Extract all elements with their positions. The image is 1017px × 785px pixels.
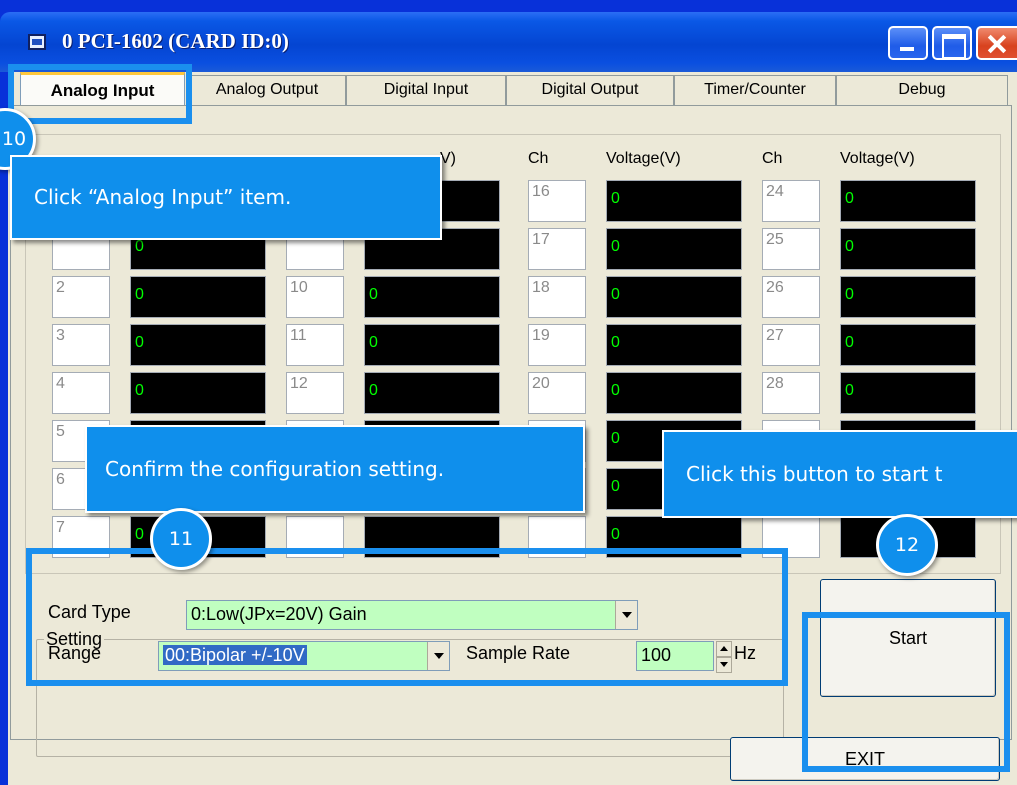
ch-header-4: Ch — [762, 150, 783, 167]
voltage-header-4: Voltage(V) — [840, 150, 915, 167]
channel-number-field: 3 — [52, 324, 110, 366]
window-title: 0 PCI-1602 (CARD ID:0) — [62, 29, 289, 53]
voltage-readout: 0 — [364, 276, 500, 318]
highlight-analog-input-tab — [8, 64, 192, 124]
voltage-header-partial: V) — [440, 150, 456, 167]
tab-analog-output[interactable]: Analog Output — [188, 75, 346, 105]
highlight-setting-group — [26, 548, 788, 686]
voltage-readout: 0 — [364, 372, 500, 414]
channel-number-field: 20 — [528, 372, 586, 414]
minimize-button[interactable] — [888, 26, 928, 60]
voltage-readout: 0 — [130, 324, 266, 366]
step-10-callout: Click “Analog Input” item. — [10, 155, 442, 240]
channel-number-field: 24 — [762, 180, 820, 222]
channel-number-field: 27 — [762, 324, 820, 366]
step-11-badge: 11 — [150, 508, 212, 570]
channel-number-field: 28 — [762, 372, 820, 414]
step-12-badge: 12 — [876, 514, 938, 576]
voltage-readout: 0 — [606, 228, 742, 270]
voltage-readout: 0 — [840, 324, 976, 366]
voltage-readout: 0 — [606, 276, 742, 318]
step-11-callout: Confirm the configuration setting. — [85, 425, 585, 513]
ch-header-3: Ch — [528, 150, 549, 167]
channel-number-field: 18 — [528, 276, 586, 318]
channel-number-field: 4 — [52, 372, 110, 414]
tab-digital-output[interactable]: Digital Output — [506, 75, 674, 105]
voltage-readout: 0 — [840, 228, 976, 270]
voltage-readout: 0 — [364, 324, 500, 366]
highlight-start-button — [802, 612, 1010, 772]
step-12-callout: Click this button to start t — [662, 430, 1017, 518]
channel-number-field: 2 — [52, 276, 110, 318]
channel-number-field: 16 — [528, 180, 586, 222]
channel-number-field: 12 — [286, 372, 344, 414]
voltage-readout: 0 — [840, 372, 976, 414]
tab-label: Debug — [898, 81, 946, 98]
channel-number-field: 11 — [286, 324, 344, 366]
channel-number-field: 19 — [528, 324, 586, 366]
maximize-button[interactable] — [932, 26, 972, 60]
voltage-readout: 0 — [130, 372, 266, 414]
tab-label: Digital Input — [383, 81, 469, 98]
voltage-readout: 0 — [606, 324, 742, 366]
voltage-readout: 0 — [840, 180, 976, 222]
tab-timer-counter[interactable]: Timer/Counter — [674, 75, 836, 105]
channel-number-field: 26 — [762, 276, 820, 318]
voltage-readout: 0 — [130, 276, 266, 318]
tab-debug[interactable]: Debug — [836, 75, 1008, 105]
channel-number-field: 10 — [286, 276, 344, 318]
voltage-readout: 0 — [606, 372, 742, 414]
tab-label: Analog Output — [215, 81, 319, 98]
tab-digital-input[interactable]: Digital Input — [346, 75, 506, 105]
close-button[interactable] — [976, 26, 1017, 60]
tab-label: Digital Output — [541, 81, 639, 98]
app-icon — [28, 34, 46, 50]
channel-number-field: 25 — [762, 228, 820, 270]
channel-number-field: 17 — [528, 228, 586, 270]
voltage-readout: 0 — [606, 180, 742, 222]
voltage-readout: 0 — [840, 276, 976, 318]
tab-label: Timer/Counter — [704, 81, 806, 98]
title-bar[interactable]: 0 PCI-1602 (CARD ID:0) — [0, 12, 1017, 72]
voltage-header-3: Voltage(V) — [606, 150, 681, 167]
